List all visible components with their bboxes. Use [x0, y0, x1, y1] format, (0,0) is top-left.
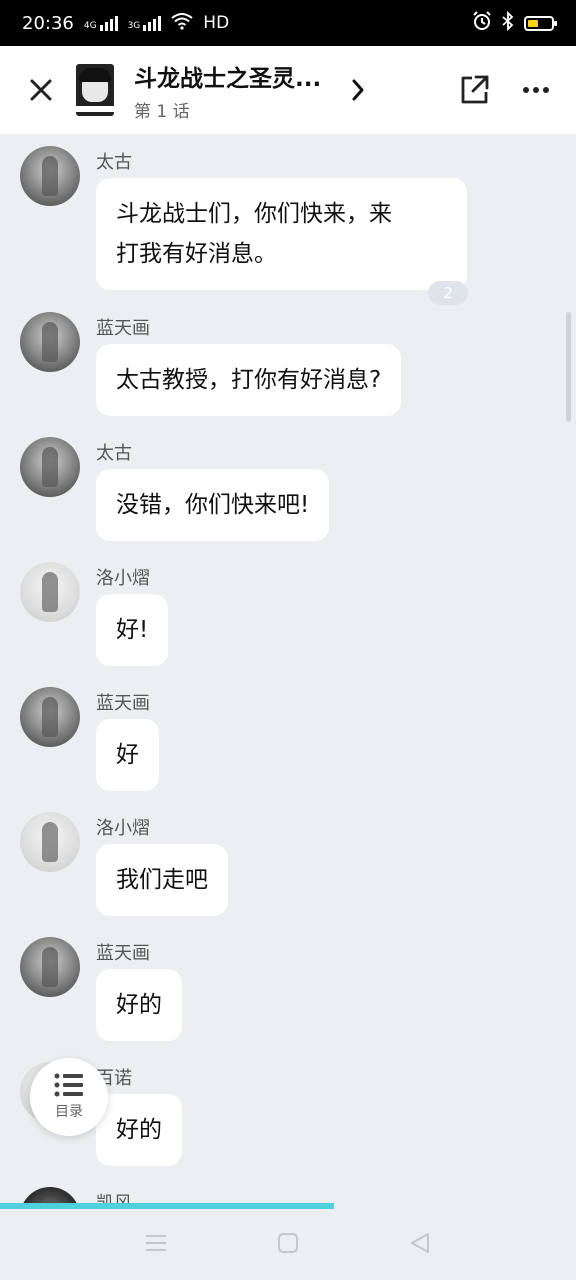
comic-detail-button[interactable] [344, 78, 372, 102]
network-4g-icon: 4G [84, 15, 118, 31]
sender-name: 太古 [96, 152, 132, 173]
sender-name: 蓝天画 [96, 693, 150, 714]
battery-icon [524, 15, 557, 31]
toc-label: 目录 [55, 1104, 83, 1120]
list-item: 太古 没错，你们快来吧! [20, 437, 460, 547]
list-item: 洛小熠 好! [20, 562, 460, 672]
list-item: 太古 斗龙战士们，你们快来，来 打我有好消息。 2 [20, 146, 500, 305]
share-icon [461, 75, 489, 104]
alarm-icon [472, 10, 492, 36]
taigu-avatar[interactable] [20, 146, 80, 206]
comic-title: 斗龙战士之圣灵... [134, 65, 322, 92]
lantianhua-avatar[interactable] [20, 312, 80, 372]
list-icon [54, 1073, 83, 1097]
message-bubble[interactable]: 好! [96, 594, 169, 666]
list-item: 凯风 [20, 1187, 460, 1204]
toc-button[interactable]: 目录 [30, 1058, 108, 1136]
luoxiaoyi-avatar[interactable] [20, 562, 80, 622]
title-block[interactable]: 斗龙战士之圣灵... 第 1 话 [134, 59, 344, 122]
message-bubble[interactable]: 太古教授，打你有好消息? [96, 344, 402, 416]
sender-name: 洛小熠 [96, 818, 150, 839]
scrollbar-thumb[interactable] [566, 312, 571, 422]
list-item: 蓝天画 好 [20, 687, 460, 797]
more-icon [523, 87, 549, 93]
sender-name: 蓝天画 [96, 318, 150, 339]
message-bubble[interactable]: 斗龙战士们，你们快来，来 打我有好消息。 [96, 178, 467, 290]
taigu-avatar[interactable] [20, 437, 80, 497]
list-item: 蓝天画 太古教授，打你有好消息? [20, 312, 460, 422]
close-icon [30, 79, 52, 101]
close-button[interactable] [24, 73, 58, 107]
system-nav-bar [0, 1209, 576, 1280]
menu-icon[interactable] [145, 1233, 167, 1257]
back-icon[interactable] [409, 1232, 431, 1258]
sender-name: 凯风 [96, 1193, 132, 1204]
message-bubble[interactable]: 好 [96, 719, 159, 791]
hd-indicator: HD [203, 13, 230, 33]
network-3g-icon: 3G [128, 15, 162, 31]
luoxiaoyi-avatar[interactable] [20, 812, 80, 872]
chevron-right-icon [352, 79, 364, 101]
sender-name: 太古 [96, 443, 132, 464]
list-item: 蓝天画 好的 [20, 937, 460, 1047]
message-bubble[interactable]: 好的 [96, 1094, 182, 1166]
comment-count-badge[interactable]: 2 [428, 281, 468, 305]
lantianhua-avatar[interactable] [20, 687, 80, 747]
list-item: 洛小熠 我们走吧 [20, 812, 460, 922]
sender-name: 洛小熠 [96, 568, 150, 589]
message-bubble[interactable]: 我们走吧 [96, 844, 228, 916]
wifi-icon [171, 12, 193, 35]
share-button[interactable] [456, 72, 492, 108]
message-bubble[interactable]: 好的 [96, 969, 182, 1041]
more-button[interactable] [520, 74, 552, 106]
comic-cover-thumbnail[interactable] [76, 64, 114, 116]
status-time: 20:36 [22, 12, 74, 34]
sender-name: 蓝天画 [96, 943, 150, 964]
comic-header: 斗龙战士之圣灵... 第 1 话 [0, 46, 576, 134]
kaifeng-avatar[interactable] [20, 1187, 80, 1204]
message-bubble[interactable]: 没错，你们快来吧! [96, 469, 330, 541]
chapter-label: 第 1 话 [134, 101, 190, 122]
bluetooth-icon [502, 10, 514, 36]
chat-list[interactable]: 太古 斗龙战士们，你们快来，来 打我有好消息。 2 蓝天画 太古教授，打你有好消… [0, 134, 576, 1204]
status-bar: 20:36 4G 3G HD [0, 0, 576, 46]
lantianhua-avatar[interactable] [20, 937, 80, 997]
home-icon[interactable] [277, 1232, 299, 1258]
